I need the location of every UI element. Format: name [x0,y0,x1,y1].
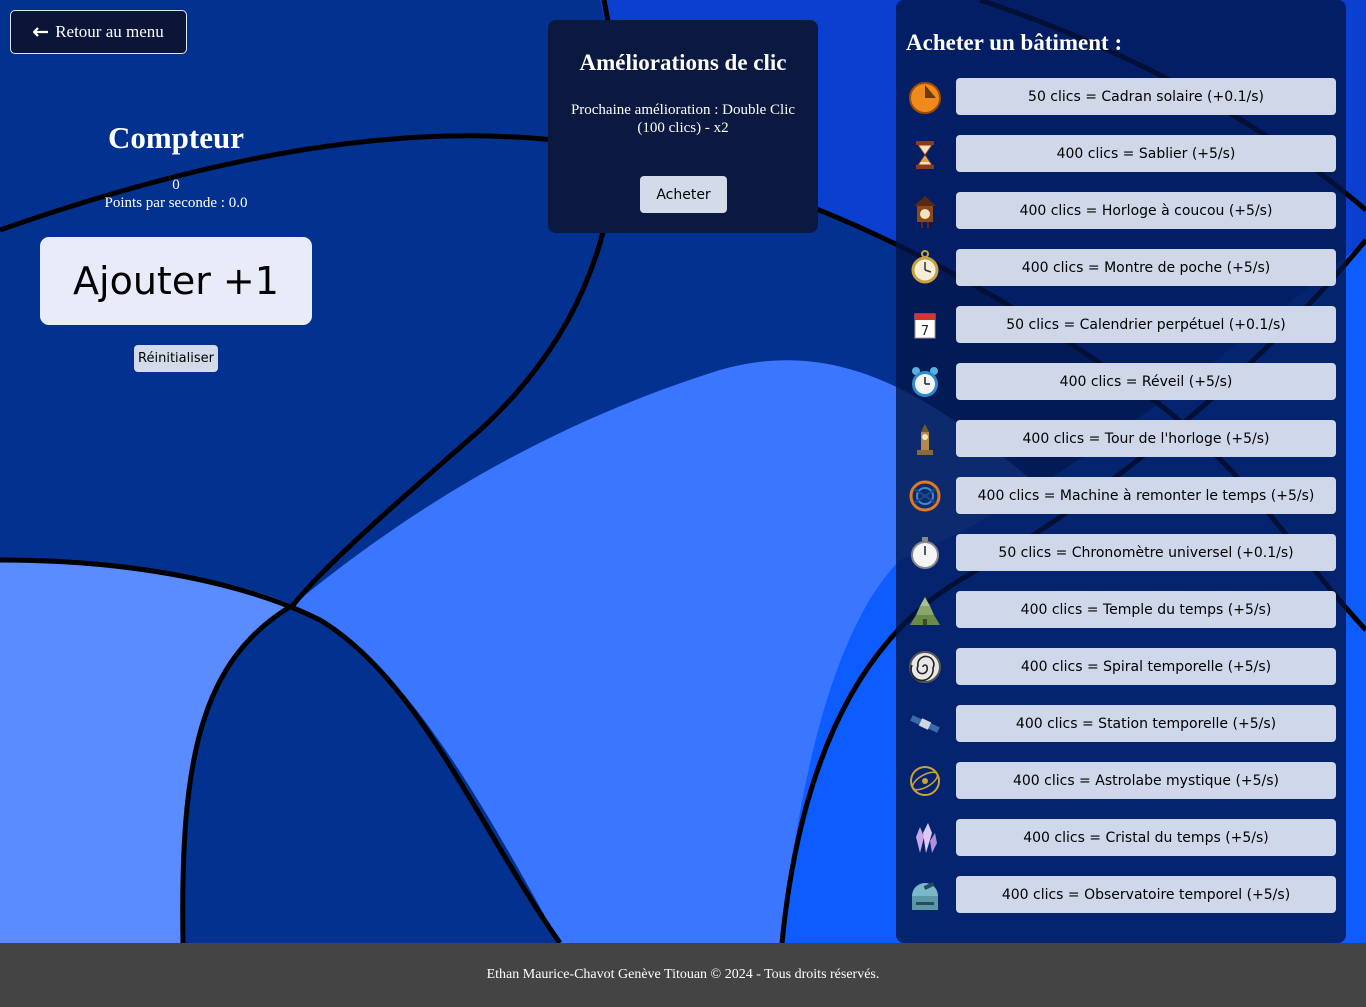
buy-building-hourglass[interactable]: 400 clics = Sablier (+5/s) [956,135,1336,172]
calendar-icon: 7 [906,306,944,344]
buy-building-observatory[interactable]: 400 clics = Observatoire temporel (+5/s) [956,876,1336,913]
temple-icon [906,591,944,629]
click-upgrades-panel: Améliorations de clic Prochaine améliora… [548,20,818,233]
counter-section: Compteur 0 Points par seconde : 0.0 [40,120,312,212]
observatory-icon [906,876,944,914]
hourglass-icon [906,135,944,173]
back-to-menu-label: Retour au menu [55,22,164,41]
buy-building-alarm-clock[interactable]: 400 clics = Réveil (+5/s) [956,363,1336,400]
shop-title: Acheter un bâtiment : [906,30,1123,55]
sundial-icon [906,78,944,116]
svg-text:7: 7 [921,324,929,339]
counter-title: Compteur [107,120,245,155]
spiral-icon [906,648,944,686]
alarm-clock-icon [906,363,944,401]
points-per-second: Points par seconde : 0.0 [104,195,248,211]
footer-text: Ethan Maurice-Chavot Genève Titouan © 20… [486,967,880,982]
buy-building-time-machine[interactable]: 400 clics = Machine à remonter le temps … [956,477,1336,514]
buy-upgrade-button[interactable]: Acheter [640,176,727,213]
buy-building-stopwatch[interactable]: 50 clics = Chronomètre universel (+0.1/s… [956,534,1336,571]
buy-building-pocket-watch[interactable]: 400 clics = Montre de poche (+5/s) [956,249,1336,286]
reset-button[interactable]: Réinitialiser [134,345,218,372]
buy-building-crystal[interactable]: 400 clics = Cristal du temps (+5/s) [956,819,1336,856]
next-upgrade-text: Prochaine amélioration : Double Clic (10… [570,102,796,136]
buy-building-astrolabe[interactable]: 400 clics = Astrolabe mystique (+5/s) [956,762,1336,799]
building-shop-panel: Acheter un bâtiment : 50 clics = Cadran … [896,0,1346,943]
clock-tower-icon [906,420,944,458]
buy-building-clock-tower[interactable]: 400 clics = Tour de l'horloge (+5/s) [956,420,1336,457]
pocket-watch-icon [906,249,944,287]
footer: Ethan Maurice-Chavot Genève Titouan © 20… [0,943,1366,1007]
click-count: 0 [172,177,180,193]
buy-building-calendar[interactable]: 50 clics = Calendrier perpétuel (+0.1/s) [956,306,1336,343]
astrolabe-icon [906,762,944,800]
time-machine-icon [906,477,944,515]
buy-building-cuckoo-clock[interactable]: 400 clics = Horloge à coucou (+5/s) [956,192,1336,229]
stopwatch-icon [906,534,944,572]
buy-building-space-station[interactable]: 400 clics = Station temporelle (+5/s) [956,705,1336,742]
space-station-icon [906,705,944,743]
buy-building-temple[interactable]: 400 clics = Temple du temps (+5/s) [956,591,1336,628]
arrow-left-icon [33,27,49,37]
upgrades-title: Améliorations de clic [579,50,787,75]
cuckoo-clock-icon [906,192,944,230]
buy-building-spiral[interactable]: 400 clics = Spiral temporelle (+5/s) [956,648,1336,685]
crystal-icon [906,819,944,857]
buy-building-sundial[interactable]: 50 clics = Cadran solaire (+0.1/s) [956,78,1336,115]
back-to-menu-button[interactable]: Retour au menu [10,10,187,54]
add-click-button[interactable]: Ajouter +1 [40,237,312,325]
